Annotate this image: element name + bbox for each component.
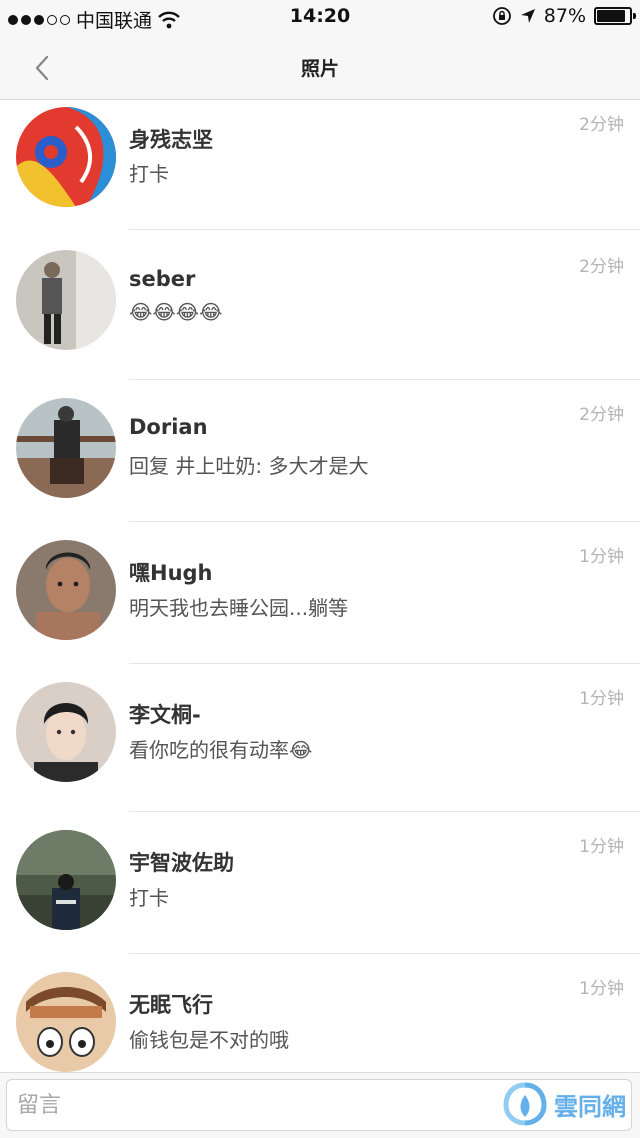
username[interactable]: Dorian xyxy=(129,415,208,439)
watermark: 雲同網 xyxy=(502,1081,626,1127)
comment-time: 1分钟 xyxy=(579,689,624,709)
comment-input-bar: 雲同網 xyxy=(0,1072,640,1138)
username[interactable]: seber xyxy=(129,267,195,291)
username[interactable]: 李文桐- xyxy=(129,699,201,729)
comment-item[interactable]: 身残志坚 打卡 2分钟 xyxy=(0,100,640,230)
comment-time: 1分钟 xyxy=(579,979,624,999)
comment-text: 明天我也去睡公园...躺等 xyxy=(129,596,349,620)
username[interactable]: 无眠飞行 xyxy=(129,989,213,1019)
comment-time: 1分钟 xyxy=(579,547,624,567)
avatar[interactable] xyxy=(16,540,116,640)
comment-text: 😂😂😂😂 xyxy=(129,300,223,324)
comment-time: 2分钟 xyxy=(579,115,624,135)
username[interactable]: 宇智波佐助 xyxy=(129,847,234,877)
watermark-logo-icon xyxy=(503,1082,547,1126)
comment-list[interactable]: 身残志坚 打卡 2分钟 seber 😂😂😂😂 2分钟 Dorian 回复 井上吐… xyxy=(0,100,640,1072)
comment-item[interactable]: 嘿Hugh 明天我也去睡公园...躺等 1分钟 xyxy=(0,522,640,664)
watermark-text: 雲同網 xyxy=(554,1092,626,1121)
username[interactable]: 身残志坚 xyxy=(129,124,213,154)
comment-item[interactable]: 李文桐- 看你吃的很有动率😂 1分钟 xyxy=(0,664,640,812)
avatar[interactable] xyxy=(16,250,116,350)
avatar[interactable] xyxy=(16,398,116,498)
status-right: 87% xyxy=(492,5,636,27)
status-bar: 中国联通 14:20 87% xyxy=(0,0,640,34)
avatar[interactable] xyxy=(16,830,116,930)
location-arrow-icon xyxy=(520,9,535,23)
rotation-lock-icon xyxy=(492,7,511,25)
comment-text: 偷钱包是不对的哦 xyxy=(129,1028,289,1052)
battery-percent: 87% xyxy=(543,5,586,27)
comment-text: 看你吃的很有动率😂 xyxy=(129,738,313,762)
username[interactable]: 嘿Hugh xyxy=(129,557,213,587)
comment-item[interactable]: Dorian 回复 井上吐奶: 多大才是大 2分钟 xyxy=(0,380,640,522)
comment-text: 打卡 xyxy=(129,162,169,186)
page-title: 照片 xyxy=(300,58,339,80)
comment-item[interactable]: 宇智波佐助 打卡 1分钟 xyxy=(0,812,640,954)
comment-item[interactable]: 无眠飞行 偷钱包是不对的哦 1分钟 xyxy=(0,954,640,1072)
comment-item[interactable]: seber 😂😂😂😂 2分钟 xyxy=(0,230,640,380)
comment-time: 2分钟 xyxy=(579,257,624,277)
battery-icon xyxy=(594,7,636,25)
comment-time: 2分钟 xyxy=(579,405,624,425)
navigation-bar: 照片 xyxy=(0,34,640,100)
comment-text: 打卡 xyxy=(129,886,169,910)
avatar[interactable] xyxy=(16,972,116,1072)
comment-time: 1分钟 xyxy=(579,837,624,857)
comment-text: 回复 井上吐奶: 多大才是大 xyxy=(129,454,369,478)
avatar[interactable] xyxy=(16,682,116,782)
avatar[interactable] xyxy=(16,107,116,207)
